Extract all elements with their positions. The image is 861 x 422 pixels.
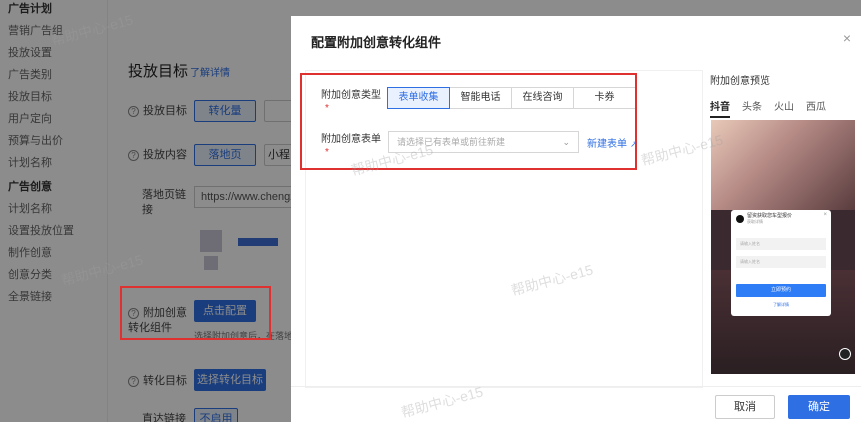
preview-title: 附加创意预览 — [710, 76, 770, 87]
confirm-button[interactable]: 确定 — [788, 395, 850, 419]
modal-title: 配置附加创意转化组件 — [311, 35, 442, 50]
type-option-form[interactable]: 表单收集 — [387, 87, 450, 109]
phone-preview: 留资获取您车型报价 获取详情 × 请输入姓名 请输入姓名 立即预约 了解详情 — [711, 120, 855, 374]
card-more-link: 了解详情 — [773, 302, 789, 307]
tab-douyin[interactable]: 抖音 — [710, 98, 730, 118]
card-submit-button: 立即预约 — [736, 284, 826, 297]
douyin-logo-icon — [736, 215, 744, 223]
form-card-preview: 留资获取您车型报价 获取详情 × 请输入姓名 请输入姓名 立即预约 了解详情 — [731, 210, 831, 316]
card-subtitle: 获取详情 — [747, 219, 763, 224]
close-icon[interactable]: × — [843, 30, 851, 46]
tab-xigua[interactable]: 西瓜 — [806, 98, 826, 118]
avatar — [839, 348, 851, 360]
card-input-phone: 请输入姓名 — [736, 256, 826, 268]
highlight-box — [120, 286, 271, 340]
preview-image — [711, 120, 855, 210]
tab-huoshan[interactable]: 火山 — [774, 98, 794, 118]
highlight-box — [300, 73, 637, 170]
close-icon: × — [823, 212, 827, 218]
tab-toutiao[interactable]: 头条 — [742, 98, 762, 118]
cancel-button[interactable]: 取消 — [715, 395, 775, 419]
card-input-name: 请输入姓名 — [736, 238, 826, 250]
preview-tabs: 抖音 头条 火山 西瓜 — [710, 98, 838, 118]
modal-footer: 取消 确定 — [291, 386, 861, 422]
